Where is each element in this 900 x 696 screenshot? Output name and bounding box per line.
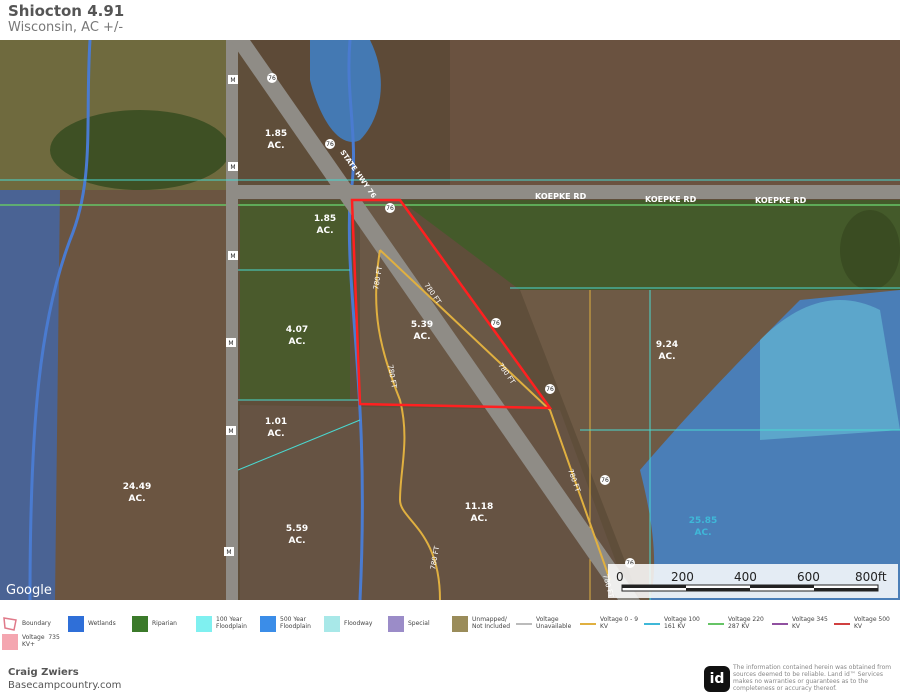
scale-tick-label: 200 <box>671 570 694 584</box>
agent-website[interactable]: Basecampcountry.com <box>8 680 121 691</box>
parcel-label: AC. <box>289 536 306 546</box>
county-badge: M <box>228 340 233 347</box>
parcel-label: AC. <box>289 337 306 347</box>
map-view[interactable]: 1.85 AC. 1.85 AC. 4.07 AC. 5.39 AC. 9.24… <box>0 40 900 600</box>
scale-bar-segment <box>814 588 878 591</box>
scale-tick-label: 800ft <box>855 570 887 584</box>
parcel-label: 1.85 <box>314 214 336 224</box>
legend-label: Voltage Unavailable <box>536 616 572 630</box>
scale-bar-segment <box>750 585 814 588</box>
scale-tick-label: 600 <box>797 570 820 584</box>
legend-label: Voltage 100 161 KV <box>664 616 700 630</box>
floodplain-100-icon <box>196 616 212 632</box>
legend-label: Voltage 735 KV+ <box>22 634 60 648</box>
wetlands-icon <box>68 616 84 632</box>
floodplain-500-icon <box>260 616 276 632</box>
legend-label: Unmapped/ Not Included <box>472 616 511 630</box>
voltage-345-icon <box>772 623 788 625</box>
parcel-label: AC. <box>268 141 285 151</box>
scale-tick-label: 400 <box>734 570 757 584</box>
voltage-735-icon <box>2 634 18 650</box>
legend-label: Special <box>408 620 430 627</box>
map-legend: Boundary Wetlands Riparian 100 Year Floo… <box>0 612 900 656</box>
scale-bar-segment <box>622 585 686 588</box>
parcel-label: 4.07 <box>286 325 308 335</box>
voltage-500-icon <box>834 623 850 625</box>
scale-bar-segment <box>686 588 750 591</box>
legend-label: Voltage 500 KV <box>854 616 890 630</box>
route-badge: 76 <box>492 320 500 327</box>
county-road-m <box>226 40 238 600</box>
county-badge: M <box>230 253 235 260</box>
parcel-label: 25.85 <box>689 516 717 526</box>
unmapped-icon <box>452 616 468 632</box>
road-label: KOEPKE RD <box>755 196 807 205</box>
legend-label: Voltage 220 287 KV <box>728 616 764 630</box>
parcel-label: AC. <box>414 332 431 342</box>
tree-cluster <box>50 110 230 190</box>
county-badge: M <box>230 164 235 171</box>
tree-cluster <box>840 210 900 290</box>
parcel-label: 24.49 <box>123 482 151 492</box>
boundary-icon <box>3 617 17 631</box>
parcel-label: AC. <box>268 429 285 439</box>
parcel-label: AC. <box>695 528 712 538</box>
route-badge: 76 <box>601 477 609 484</box>
parcel-label: AC. <box>317 226 334 236</box>
scale-tick-label: 0 <box>616 570 624 584</box>
voltage-100-icon <box>644 623 660 625</box>
voltage-0-9-icon <box>580 623 596 625</box>
land-id-logo: id <box>704 666 730 692</box>
parcel-label: AC. <box>471 514 488 524</box>
route-badge: 76 <box>386 205 394 212</box>
parcel-label: 9.24 <box>656 340 678 350</box>
county-badge: M <box>230 77 235 84</box>
road-label: KOEPKE RD <box>645 195 697 204</box>
floodway-icon <box>324 616 340 632</box>
road-label: KOEPKE RD <box>535 192 587 201</box>
legend-label: Voltage 0 - 9 KV <box>600 616 639 630</box>
disclaimer: The information contained herein was obt… <box>733 664 892 692</box>
legend-label: Boundary <box>22 620 51 627</box>
parcel-label: 5.59 <box>286 524 308 534</box>
agent-name: Craig Zwiers <box>8 667 79 678</box>
route-badge: 76 <box>546 386 554 393</box>
legend-label: Voltage 345 KV <box>792 616 828 630</box>
riparian-icon <box>132 616 148 632</box>
special-icon <box>388 616 404 632</box>
parcel-label: 1.01 <box>265 417 287 427</box>
voltage-220-icon <box>708 623 724 625</box>
voltage-unavailable-icon <box>516 623 532 625</box>
scale-bar: 0 200 400 600 800ft <box>608 564 898 598</box>
route-badge: 76 <box>326 141 334 148</box>
county-badge: M <box>226 549 231 556</box>
google-watermark: Google <box>6 583 52 598</box>
parcel-label: AC. <box>129 494 146 504</box>
field-ne <box>450 40 900 190</box>
page-subtitle: Wisconsin, AC +/- <box>8 20 124 35</box>
page-title: Shiocton 4.91 <box>8 2 125 20</box>
parcel-label: 5.39 <box>411 320 433 330</box>
parcel-label: 11.18 <box>465 502 493 512</box>
legend-label: 500 Year Floodplain <box>280 616 311 630</box>
parcel-label: 1.85 <box>265 129 287 139</box>
legend-label: Riparian <box>152 620 177 627</box>
route-badge: 76 <box>268 75 276 82</box>
legend-label: Wetlands <box>88 620 116 627</box>
woodlot <box>240 200 350 400</box>
parcel-label: AC. <box>659 352 676 362</box>
county-badge: M <box>228 428 233 435</box>
legend-label: Floodway <box>344 620 373 627</box>
legend-label: 100 Year Floodplain <box>216 616 247 630</box>
